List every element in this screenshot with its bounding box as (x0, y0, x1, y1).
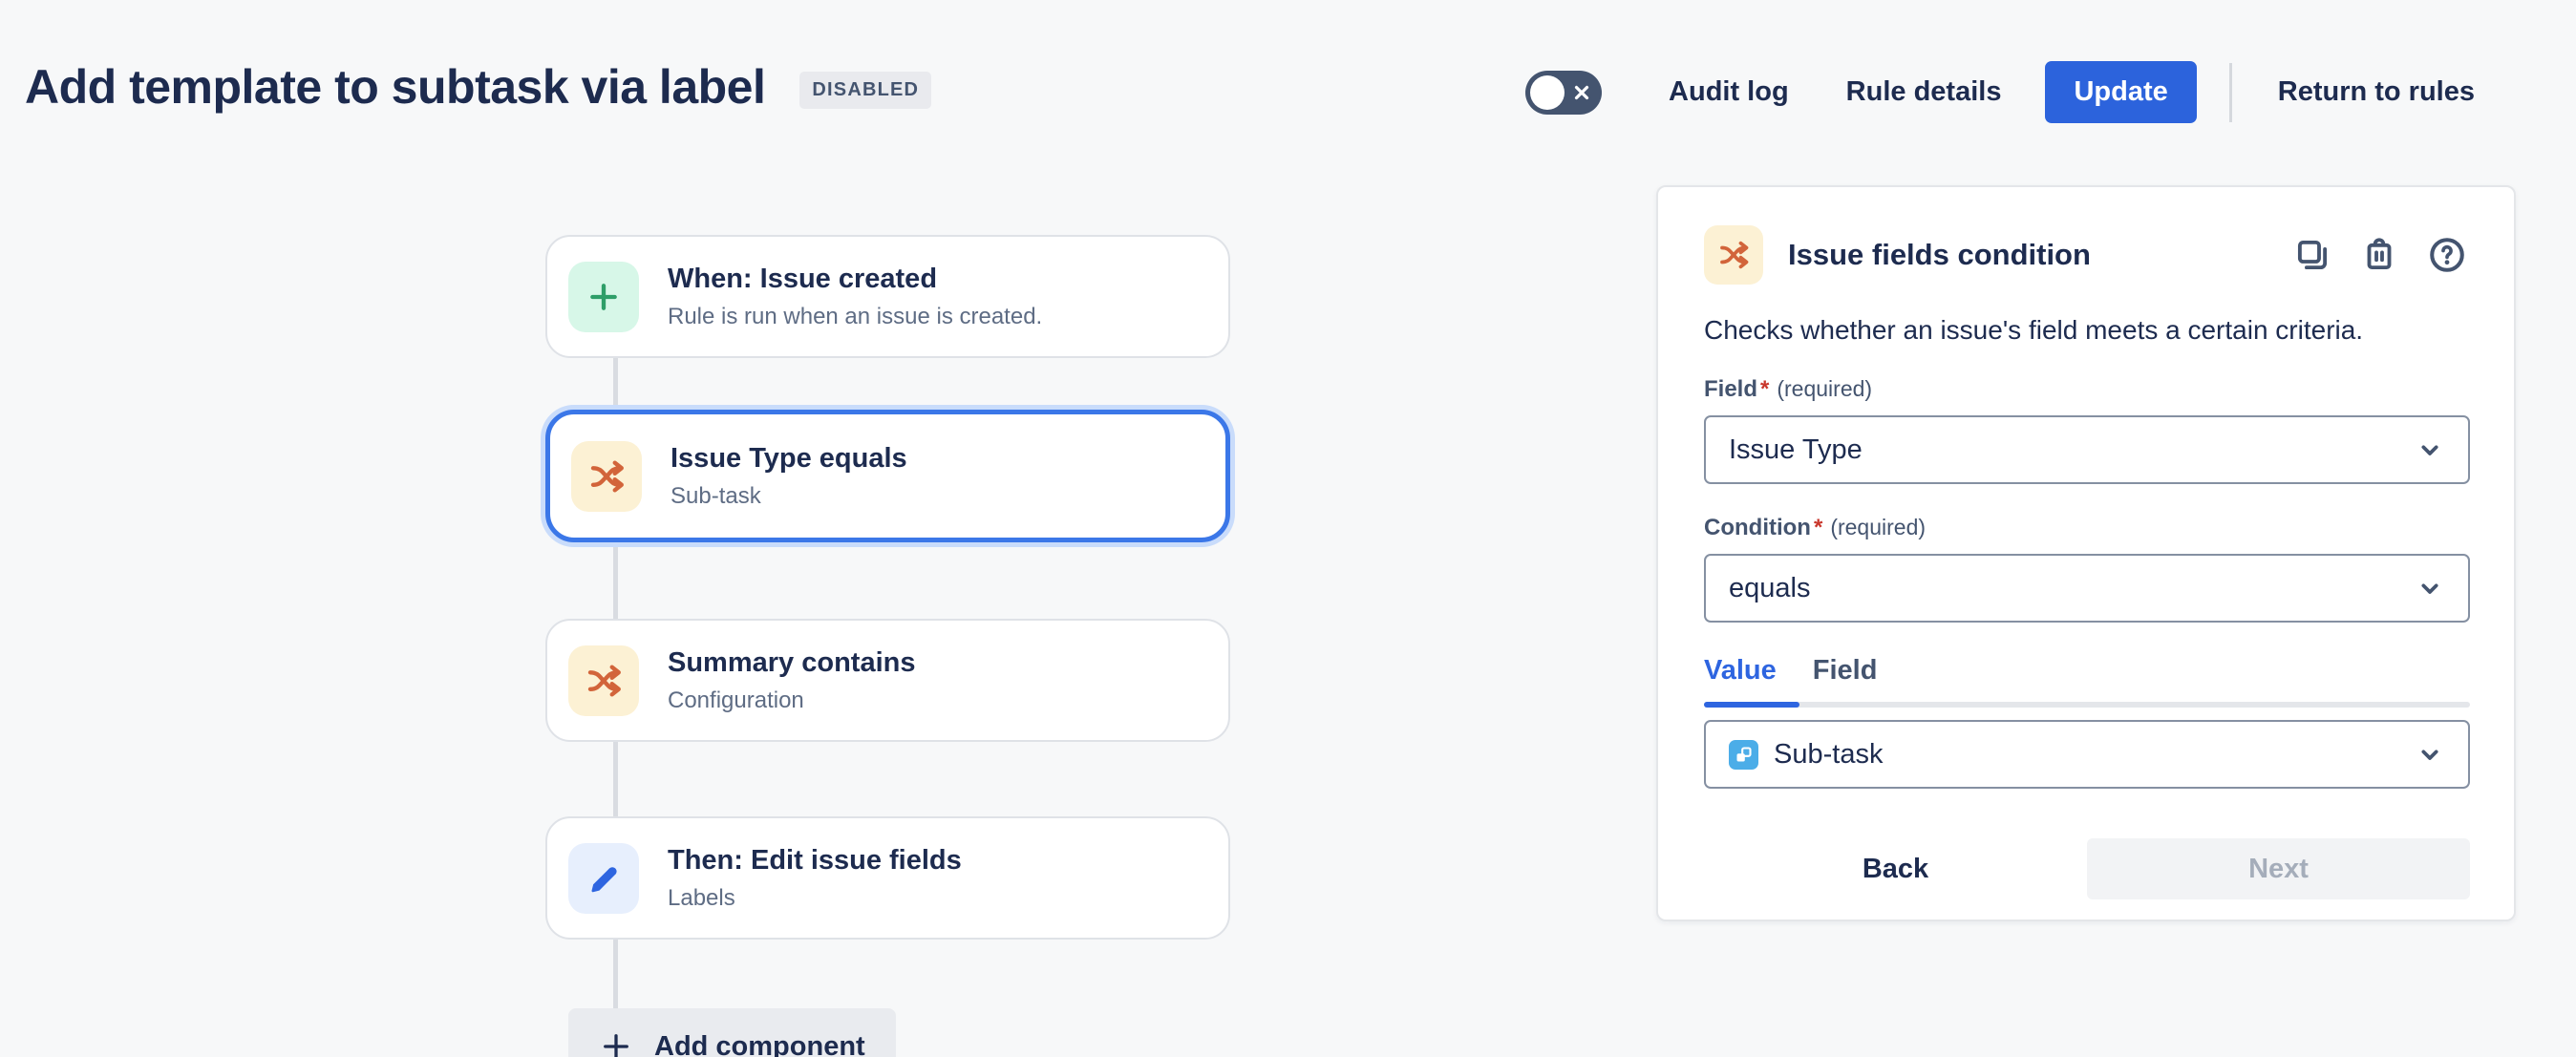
page-title: Add template to subtask via label (25, 59, 765, 115)
rule-enabled-toggle[interactable] (1525, 71, 1602, 115)
step-subtitle: Sub-task (671, 483, 907, 510)
panel-title: Issue fields condition (1788, 238, 2091, 272)
panel-description: Checks whether an issue's field meets a … (1704, 315, 2468, 346)
shuffle-icon (1704, 225, 1763, 285)
required-suffix: (required) (1777, 376, 1872, 402)
shuffle-icon (571, 441, 642, 512)
step-subtitle: Configuration (668, 687, 915, 714)
toggle-knob (1530, 75, 1565, 110)
step-subtitle: Rule is run when an issue is created. (668, 304, 1042, 330)
workflow-step-trigger[interactable]: When: Issue created Rule is run when an … (545, 235, 1230, 358)
x-icon (1572, 83, 1591, 102)
plus-icon (568, 262, 639, 332)
value-select[interactable]: Sub-task (1704, 720, 2470, 789)
value-field-tabs: Value Field (1704, 655, 2468, 687)
rule-details-button[interactable]: Rule details (1829, 63, 2019, 121)
add-component-button[interactable]: Add component (568, 1008, 896, 1057)
step-subtitle: Labels (668, 885, 962, 912)
field-label-row: Field * (required) (1704, 376, 2468, 403)
chevron-down-icon (2415, 573, 2445, 603)
tab-active-indicator (1704, 702, 1799, 708)
condition-select[interactable]: equals (1704, 554, 2470, 623)
panel-header: Issue fields condition (1704, 225, 2468, 285)
step-title: Issue Type equals (671, 443, 907, 475)
duplicate-button[interactable] (2292, 235, 2332, 275)
update-button[interactable]: Update (2045, 61, 2196, 123)
condition-select-value: equals (1729, 573, 1810, 604)
subtask-icon (1729, 740, 1758, 770)
workflow-step-condition-issue-type[interactable]: Issue Type equals Sub-task (545, 410, 1230, 542)
plus-icon (599, 1029, 633, 1057)
header-divider (2229, 63, 2232, 122)
step-title: Summary contains (668, 647, 915, 679)
trash-icon (2359, 235, 2399, 275)
workflow-step-action-edit-fields[interactable]: Then: Edit issue fields Labels (545, 816, 1230, 940)
add-component-label: Add component (654, 1031, 865, 1057)
required-asterisk: * (1814, 515, 1822, 541)
copy-icon (2292, 235, 2332, 275)
tab-value[interactable]: Value (1704, 655, 1777, 687)
required-suffix: (required) (1830, 515, 1926, 540)
tab-field[interactable]: Field (1813, 655, 1878, 687)
pencil-icon (568, 843, 639, 914)
required-asterisk: * (1760, 376, 1769, 403)
return-to-rules-link[interactable]: Return to rules (2261, 63, 2492, 121)
shuffle-icon (568, 645, 639, 716)
rule-workflow-canvas: When: Issue created Rule is run when an … (545, 235, 1230, 1057)
audit-log-button[interactable]: Audit log (1651, 63, 1806, 121)
panel-footer: Back Next (1704, 838, 2470, 899)
field-select-value: Issue Type (1729, 434, 1863, 466)
chevron-down-icon (2415, 434, 2445, 465)
field-label: Field (1704, 376, 1757, 403)
rule-header: Add template to subtask via label DISABL… (25, 59, 931, 115)
step-title: When: Issue created (668, 264, 1042, 295)
panel-actions (2292, 234, 2468, 276)
value-select-value: Sub-task (1774, 739, 1883, 771)
step-title: Then: Edit issue fields (668, 845, 962, 877)
delete-button[interactable] (2359, 235, 2399, 275)
help-button[interactable] (2426, 234, 2468, 276)
header-actions: Audit log Rule details Update Return to … (1525, 61, 2492, 123)
status-badge: DISABLED (799, 72, 931, 109)
next-button[interactable]: Next (2087, 838, 2470, 899)
workflow-step-condition-summary[interactable]: Summary contains Configuration (545, 619, 1230, 742)
condition-label: Condition (1704, 515, 1811, 541)
condition-label-row: Condition * (required) (1704, 515, 2468, 541)
help-icon (2426, 234, 2468, 276)
issue-fields-condition-panel: Issue fields condition (1656, 185, 2516, 921)
chevron-down-icon (2415, 739, 2445, 770)
field-select[interactable]: Issue Type (1704, 415, 2470, 484)
back-button[interactable]: Back (1840, 840, 1951, 898)
tab-track (1704, 702, 2470, 708)
